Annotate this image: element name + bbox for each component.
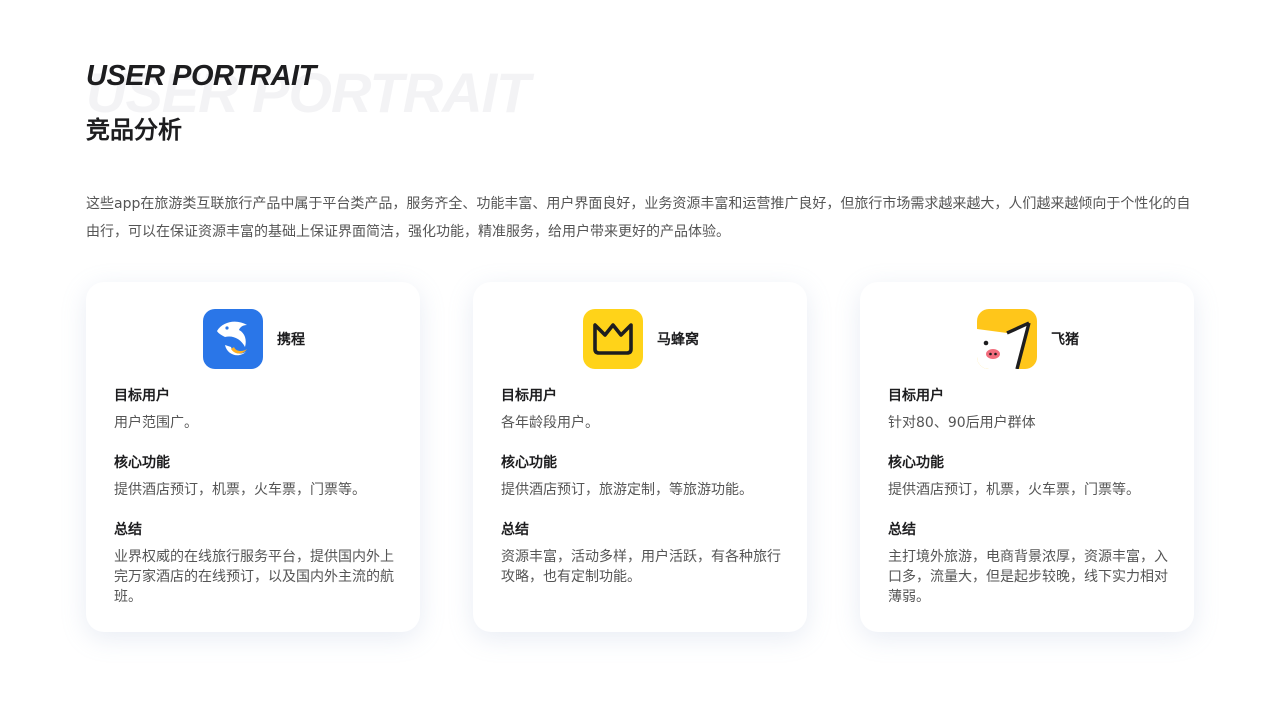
competitor-card-mafengwo: 马蜂窝 目标用户 各年龄段用户。 核心功能 提供酒店预订，旅游定制，等旅游功能。… bbox=[473, 282, 807, 632]
section-text-target-users: 针对80、90后用户群体 bbox=[888, 415, 1036, 431]
section-text-summary: 业界权威的在线旅行服务平台，提供国内外上完万家酒店的在线预订，以及国内外主流的航… bbox=[114, 549, 394, 605]
page-title-en: USER PORTRAIT bbox=[86, 60, 316, 92]
section-title-summary: 总结 bbox=[888, 522, 916, 538]
card-header: 飞猪 bbox=[888, 308, 1168, 370]
section-text-target-users: 各年龄段用户。 bbox=[501, 415, 599, 431]
section-title-target-users: 目标用户 bbox=[114, 388, 170, 404]
app-name: 飞猪 bbox=[1051, 332, 1079, 348]
section-text-summary: 主打境外旅游，电商背景浓厚，资源丰富，入口多，流量大，但是起步较晚，线下实力相对… bbox=[888, 549, 1168, 605]
section-text-summary: 资源丰富，活动多样，用户活跃，有各种旅行攻略，也有定制功能。 bbox=[501, 549, 781, 585]
app-name: 携程 bbox=[277, 332, 305, 348]
intro-paragraph: 这些app在旅游类互联旅行产品中属于平台类产品，服务齐全、功能丰富、用户界面良好… bbox=[86, 196, 1191, 240]
section-text-target-users: 用户范围广。 bbox=[114, 415, 198, 431]
card-header: 马蜂窝 bbox=[501, 308, 781, 370]
app-name: 马蜂窝 bbox=[657, 332, 699, 348]
competitor-cards: 携程 目标用户 用户范围广。 核心功能 提供酒店预订，机票，火车票，门票等。 总… bbox=[86, 282, 1194, 632]
competitor-card-fliggy: 飞猪 目标用户 针对80、90后用户群体 核心功能 提供酒店预订，机票，火车票，… bbox=[860, 282, 1194, 632]
section-text-core-features: 提供酒店预订，机票，火车票，门票等。 bbox=[888, 482, 1140, 498]
card-header: 携程 bbox=[114, 308, 394, 370]
section-title-target-users: 目标用户 bbox=[501, 388, 557, 404]
section-title-core-features: 核心功能 bbox=[501, 455, 557, 471]
section-text-core-features: 提供酒店预订，机票，火车票，门票等。 bbox=[114, 482, 366, 498]
section-title-core-features: 核心功能 bbox=[888, 455, 944, 471]
section-title-summary: 总结 bbox=[501, 522, 529, 538]
mafengwo-m-icon bbox=[583, 309, 643, 369]
competitor-card-ctrip: 携程 目标用户 用户范围广。 核心功能 提供酒店预订，机票，火车票，门票等。 总… bbox=[86, 282, 420, 632]
dolphin-icon bbox=[203, 309, 263, 369]
section-title-core-features: 核心功能 bbox=[114, 455, 170, 471]
section-text-core-features: 提供酒店预订，旅游定制，等旅游功能。 bbox=[501, 482, 753, 498]
section-title-summary: 总结 bbox=[114, 522, 142, 538]
pig-icon bbox=[977, 309, 1037, 369]
section-title-target-users: 目标用户 bbox=[888, 388, 944, 404]
page-title: 竞品分析 bbox=[86, 116, 182, 144]
page-header: USER PORTRAIT USER PORTRAIT 竞品分析 bbox=[86, 58, 686, 148]
